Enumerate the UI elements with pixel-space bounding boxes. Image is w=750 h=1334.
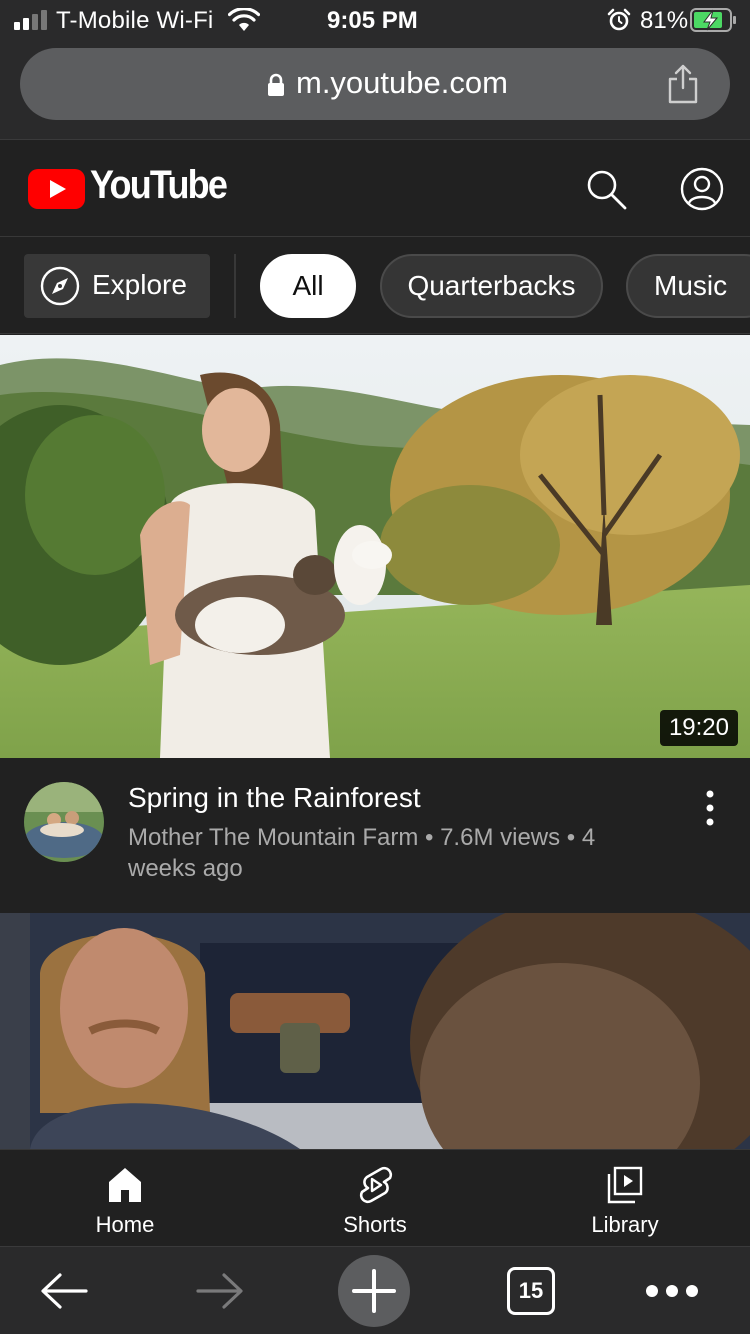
chip-all[interactable]: All (260, 254, 356, 318)
address-bar[interactable]: m.youtube.com (20, 48, 730, 120)
carrier-name: T-Mobile Wi-Fi (56, 7, 214, 34)
explore-label: Explore (92, 269, 187, 300)
status-bar: T-Mobile Wi-Fi 9:05 PM 81% (0, 0, 750, 40)
new-tab-plus-icon[interactable] (338, 1255, 410, 1327)
nav-library[interactable]: Library (500, 1150, 750, 1247)
browser-address-area: m.youtube.com (0, 40, 750, 140)
video-details: Spring in the Rainforest Mother The Moun… (0, 758, 750, 913)
more-icon[interactable] (644, 1281, 700, 1301)
browser-toolbar: 15 (0, 1246, 750, 1334)
chip-divider (234, 254, 236, 318)
forward-arrow-icon[interactable] (194, 1271, 246, 1311)
library-icon (607, 1166, 643, 1204)
thumbnail-image (0, 335, 750, 758)
signal-icon (14, 10, 47, 30)
nav-library-label: Library (591, 1212, 659, 1237)
channel-avatar[interactable] (24, 782, 104, 862)
battery-percentage: 81% (640, 7, 689, 34)
thumbnail-image-2 (0, 913, 750, 1149)
account-icon[interactable] (680, 167, 724, 211)
status-time: 9:05 PM (327, 7, 418, 34)
nav-shorts[interactable]: Shorts (250, 1150, 500, 1247)
video-thumbnail-2[interactable] (0, 913, 750, 1149)
search-icon[interactable] (585, 168, 627, 210)
filter-chips-bar: Explore All Quarterbacks Music (0, 238, 750, 334)
youtube-bottom-nav: Home Shorts Library (0, 1149, 750, 1246)
back-arrow-icon[interactable] (38, 1271, 90, 1311)
share-icon[interactable] (666, 64, 700, 104)
tabs-icon[interactable]: 15 (507, 1267, 555, 1315)
video-thumbnail[interactable]: 19:20 (0, 335, 750, 758)
youtube-logo-text[interactable]: YouTube (90, 163, 228, 208)
channel-avatar-image (24, 782, 104, 862)
page: T-Mobile Wi-Fi 9:05 PM 81% m.youtube.com… (0, 0, 750, 1334)
home-icon (109, 1168, 141, 1202)
video-title[interactable]: Spring in the Rainforest (128, 782, 688, 814)
youtube-logo-icon[interactable] (28, 169, 85, 209)
nav-shorts-label: Shorts (343, 1212, 407, 1237)
explore-button[interactable]: Explore (24, 254, 210, 318)
more-options-icon[interactable] (700, 788, 720, 828)
youtube-header: YouTube (0, 141, 750, 237)
video-duration: 19:20 (659, 710, 738, 746)
url-text: m.youtube.com (296, 65, 508, 100)
nav-home-label: Home (95, 1212, 155, 1237)
video-subtitle: Mother The Mountain Farm • 7.6M views • … (128, 824, 596, 882)
lock-icon (268, 73, 284, 96)
wifi-icon (228, 8, 260, 31)
chip-quarterbacks[interactable]: Quarterbacks (380, 254, 603, 318)
battery-charging-icon (690, 8, 736, 32)
chip-music[interactable]: Music (626, 254, 750, 318)
compass-icon (40, 266, 80, 306)
alarm-icon (607, 8, 631, 31)
shorts-icon (359, 1166, 393, 1204)
nav-home[interactable]: Home (0, 1150, 250, 1247)
